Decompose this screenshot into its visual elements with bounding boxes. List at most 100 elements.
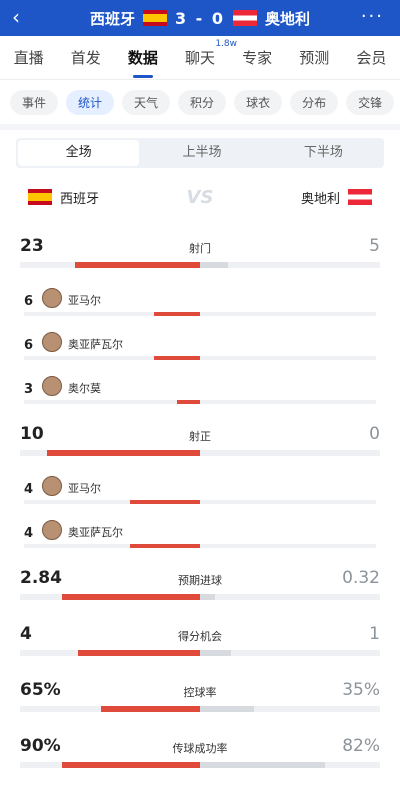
- player-row: 4 奥亚萨瓦尔: [16, 514, 384, 558]
- stat-row: 90% 传球成功率 82%: [16, 726, 384, 782]
- tab-chat-label: 聊天: [184, 49, 215, 67]
- home-team: 西班牙: [28, 188, 99, 207]
- tab-live[interactable]: 直播: [10, 41, 48, 74]
- stat-home-bar: [62, 594, 200, 600]
- stat-away-value: 5: [369, 236, 380, 256]
- player-name: 奥亚萨瓦尔: [68, 526, 123, 539]
- stat-away-value: 1: [369, 624, 380, 644]
- back-icon[interactable]: ‹: [12, 6, 20, 28]
- tab-expert[interactable]: 专家: [238, 41, 276, 74]
- player-bar: [177, 400, 200, 404]
- sub-tabs: 事件 统计 天气 积分 球衣 分布 交锋: [0, 80, 400, 124]
- tab-chat[interactable]: 聊天 1.8w: [181, 39, 237, 74]
- chip-standings[interactable]: 积分: [178, 89, 227, 115]
- stat-away-value: 35%: [342, 680, 380, 700]
- stat-row: 2.84 预期进球 0.32: [16, 558, 384, 614]
- player-name: 奥亚萨瓦尔: [68, 338, 123, 351]
- tab-predict[interactable]: 预测: [295, 41, 333, 74]
- stat-away-bar: [200, 762, 326, 768]
- stat-away-bar: [200, 262, 228, 268]
- chip-events[interactable]: 事件: [10, 89, 59, 115]
- player-bar: [154, 356, 200, 360]
- austria-flag-icon: [348, 189, 372, 205]
- stat-away-value: 0: [369, 424, 380, 444]
- player-track: [24, 500, 376, 504]
- segment-first-half[interactable]: 上半场: [141, 138, 262, 168]
- player-name: 奥尔莫: [68, 382, 101, 395]
- stat-label: 得分机会: [178, 630, 222, 643]
- spain-flag-icon: [142, 10, 167, 26]
- stat-row: 23 射门 5: [16, 226, 384, 282]
- stat-home-bar: [74, 262, 200, 268]
- stat-label: 射正: [189, 430, 211, 443]
- tab-member[interactable]: 会员: [352, 41, 390, 74]
- spain-flag-icon: [28, 189, 52, 205]
- player-count: 6: [24, 294, 34, 309]
- stat-away-value: 82%: [342, 736, 380, 756]
- player-avatar: [42, 288, 62, 308]
- stats-list: 23 射门 5 6 亚马尔 6 奥亚萨瓦尔 3 奥尔莫 10 射正 0 4 亚马尔 4 奥亚萨瓦尔 2.84 预期…: [16, 226, 384, 782]
- stat-label: 传球成功率: [172, 742, 228, 755]
- score: 3 - 0: [174, 8, 226, 28]
- player-count: 4: [24, 526, 34, 541]
- away-team: 奥地利: [301, 188, 372, 207]
- stat-row: 4 得分机会 1: [16, 614, 384, 670]
- stat-home-bar: [100, 706, 200, 712]
- player-bar: [129, 544, 200, 548]
- player-name: 亚马尔: [68, 482, 101, 495]
- stat-row: 65% 控球率 35%: [16, 670, 384, 726]
- player-avatar: [42, 332, 62, 352]
- chip-weather[interactable]: 天气: [122, 89, 171, 115]
- player-row: 6 奥亚萨瓦尔: [16, 326, 384, 370]
- stat-row: 10 射正 0: [16, 414, 384, 470]
- player-avatar: [42, 476, 62, 496]
- stat-away-bar: [200, 650, 231, 656]
- stat-home-bar: [62, 762, 200, 768]
- teams-row: 西班牙 VS 奥地利: [16, 168, 384, 226]
- tab-lineup[interactable]: 首发: [67, 41, 105, 74]
- player-row: 3 奥尔莫: [16, 370, 384, 414]
- vs-logo: VS: [186, 186, 214, 208]
- chip-distribution[interactable]: 分布: [290, 89, 339, 115]
- tab-data[interactable]: 数据: [124, 41, 162, 78]
- player-track: [24, 356, 376, 360]
- player-name: 亚马尔: [68, 294, 101, 307]
- segment-second-half[interactable]: 下半场: [263, 138, 384, 168]
- period-selector: 全场 上半场 下半场: [16, 138, 384, 168]
- chip-stats[interactable]: 统计: [66, 89, 115, 115]
- away-team-name: 奥地利: [265, 9, 311, 28]
- player-row: 4 亚马尔: [16, 470, 384, 514]
- segment-full-match[interactable]: 全场: [18, 140, 140, 166]
- match-summary: 西班牙 3 - 0 奥地利: [0, 8, 400, 29]
- stat-label: 预期进球: [178, 574, 222, 587]
- stat-home-bar: [77, 650, 200, 656]
- player-count: 4: [24, 482, 34, 497]
- player-avatar: [42, 376, 62, 396]
- player-track: [24, 312, 376, 316]
- match-header: ‹ 西班牙 3 - 0 奥地利 ···: [0, 0, 400, 36]
- home-team-label: 西班牙: [60, 191, 100, 207]
- chip-h2h[interactable]: 交锋: [346, 89, 395, 115]
- main-tabs: 直播 首发 数据 聊天 1.8w 专家 预测 会员: [0, 36, 400, 80]
- away-team-label: 奥地利: [300, 191, 340, 207]
- player-bar: [129, 500, 200, 504]
- player-track: [24, 544, 376, 548]
- player-count: 3: [24, 382, 34, 397]
- player-row: 6 亚马尔: [16, 282, 384, 326]
- player-track: [24, 400, 376, 404]
- stat-away-value: 0.32: [342, 568, 380, 588]
- more-icon[interactable]: ···: [361, 6, 384, 27]
- chip-kit[interactable]: 球衣: [234, 89, 283, 115]
- austria-flag-icon: [233, 10, 258, 26]
- stats-card: 全场 上半场 下半场 西班牙 VS 奥地利 23 射门 5 6 亚马尔 6 奥亚萨瓦尔 3 奥尔…: [0, 130, 400, 786]
- stat-away-bar: [200, 706, 254, 712]
- stat-home-bar: [47, 450, 200, 456]
- player-avatar: [42, 520, 62, 540]
- stat-label: 射门: [189, 242, 211, 255]
- chat-count-badge: 1.8w: [215, 39, 237, 49]
- stat-label: 控球率: [183, 686, 217, 699]
- player-bar: [154, 312, 200, 316]
- player-count: 6: [24, 338, 34, 353]
- home-team-name: 西班牙: [89, 9, 135, 28]
- stat-away-bar: [200, 594, 216, 600]
